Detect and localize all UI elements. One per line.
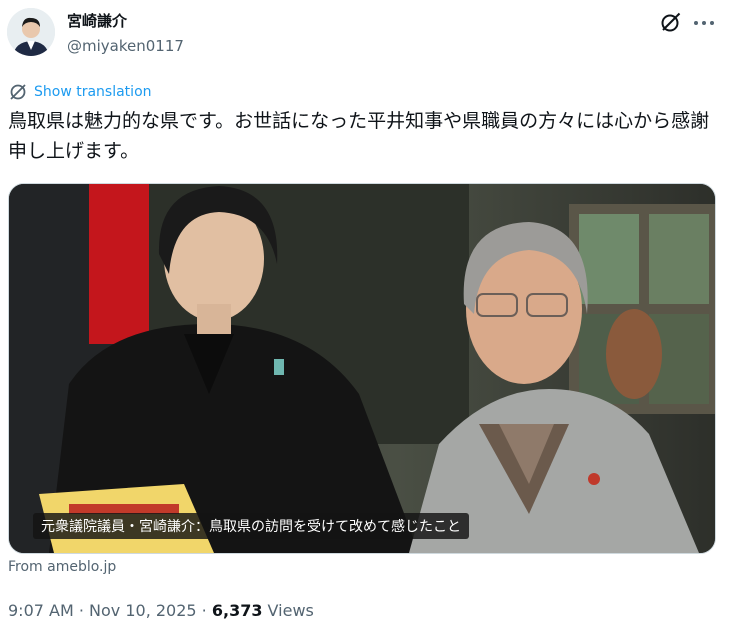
tweet-time[interactable]: 9:07 AM: [8, 601, 74, 620]
author-display-name[interactable]: 宮崎謙介: [67, 10, 127, 31]
news-photo: [9, 184, 715, 553]
meta-separator-2: ·: [196, 601, 212, 620]
more-dots-icon[interactable]: [691, 12, 717, 34]
image-caption: 元衆議院議員・宮崎謙介：鳥取県の訪問を受けて改めて感じたこと: [33, 513, 469, 539]
translate-icon: [10, 84, 26, 100]
link-source[interactable]: From ameblo.jp: [8, 559, 116, 575]
tweet-text: 鳥取県は魅力的な県です。お世話になった平井知事や県職員の方々には心から感謝申し上…: [8, 110, 710, 162]
tweet-meta: 9:07 AM · Nov 10, 2025 · 6,373 Views: [8, 601, 314, 620]
grok-icon[interactable]: [659, 12, 681, 34]
avatar[interactable]: [7, 8, 55, 56]
author-handle[interactable]: @miyaken0117: [67, 37, 184, 55]
show-translation-label: Show translation: [34, 84, 152, 100]
profile-photo: [7, 8, 55, 56]
views-count: 6,373: [211, 601, 263, 620]
link-card-image[interactable]: 元衆議院議員・宮崎謙介：鳥取県の訪問を受けて改めて感じたこと: [8, 183, 716, 554]
meta-separator: ·: [73, 601, 90, 620]
show-translation-button[interactable]: Show translation: [8, 82, 152, 102]
tweet-date[interactable]: Nov 10, 2025: [89, 601, 197, 620]
views-label: Views: [262, 601, 314, 620]
